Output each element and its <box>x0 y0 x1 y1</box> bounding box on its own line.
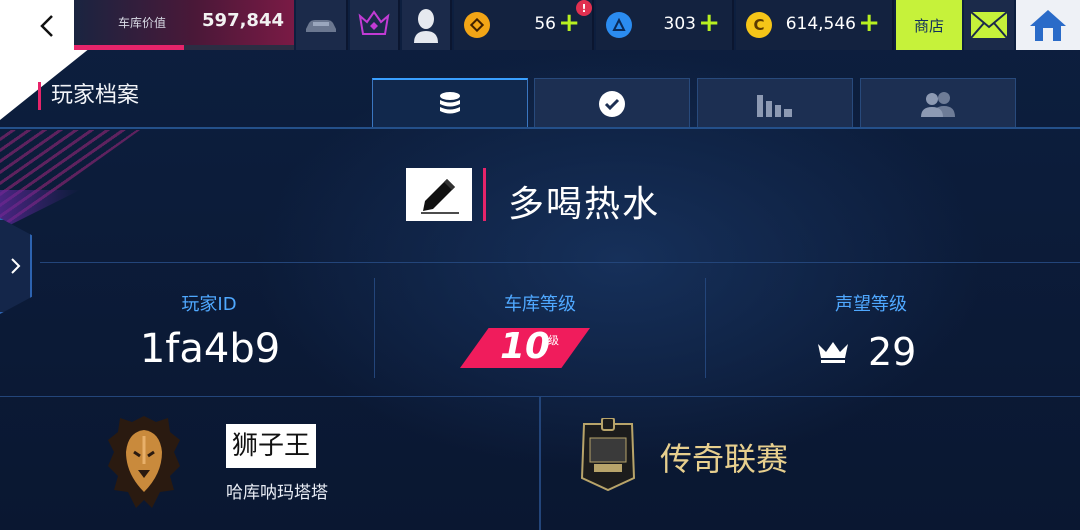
check-circle-icon <box>599 90 625 117</box>
garage-level-unit: 级 <box>548 334 559 347</box>
player-name: 多喝热水 <box>508 184 661 225</box>
pencil-icon <box>421 178 459 214</box>
club-name[interactable]: 狮子王 <box>226 424 317 468</box>
shop-button[interactable]: 商店 <box>896 0 962 50</box>
currency-alert-badge: ! <box>576 0 592 16</box>
divider <box>40 262 1080 263</box>
name-divider <box>483 168 486 221</box>
currency-gold-amount: 614,546 <box>785 14 856 34</box>
currency-blue[interactable]: 303 + <box>596 0 734 50</box>
currency-orange-amount: 56 <box>534 14 556 34</box>
garage-value-bar-fill <box>74 45 184 50</box>
tab-achievements[interactable] <box>534 78 690 128</box>
home-button[interactable] <box>1016 0 1080 50</box>
tab-overview[interactable] <box>372 78 528 128</box>
divider <box>539 397 541 530</box>
friends-icon <box>921 91 955 117</box>
shop-label: 商店 <box>913 16 944 35</box>
currency-gold-add-button[interactable]: + <box>858 8 880 38</box>
crown-icon <box>818 342 848 363</box>
top-bar: 车库价值 597,844 56 + ! 303 + C 614,546 + 商店 <box>0 0 1080 120</box>
garage-value-label: 车库价值 <box>118 16 167 30</box>
tabs-underline <box>0 127 1080 129</box>
player-id-value: 1fa4b9 <box>139 326 281 372</box>
garage-value-amount: 597,844 <box>202 10 284 31</box>
divider <box>374 278 375 378</box>
currency-blue-add-button[interactable]: + <box>698 8 720 38</box>
mail-button[interactable] <box>964 0 1014 50</box>
avatar-icon <box>414 9 438 43</box>
page-title: 玩家档案 <box>38 82 139 110</box>
orange-token-icon <box>464 12 490 38</box>
back-button[interactable] <box>30 8 66 44</box>
currency-orange[interactable]: 56 + <box>454 0 594 50</box>
divider <box>705 278 706 378</box>
blue-token-icon <box>606 12 632 38</box>
database-icon <box>440 92 460 114</box>
club-subtitle: 哈库呐玛塔塔 <box>226 483 328 503</box>
car-button[interactable] <box>296 0 348 50</box>
emblem-button[interactable] <box>350 0 400 50</box>
currency-blue-amount: 303 <box>663 14 696 34</box>
prestige-level: 29 <box>816 330 916 374</box>
home-icon <box>1030 10 1066 41</box>
crown-emblem-icon <box>358 10 390 35</box>
currency-gold[interactable]: C 614,546 + <box>736 0 894 50</box>
edit-name-button[interactable] <box>406 168 472 221</box>
legend-league-badge-icon[interactable] <box>578 418 638 492</box>
car-icon <box>306 20 336 32</box>
garage-value-panel[interactable]: 车库价值 597,844 <box>74 0 294 50</box>
garage-level-label: 车库等级 <box>504 294 576 315</box>
lion-emblem-icon[interactable] <box>104 412 184 512</box>
bar-chart-icon <box>757 94 792 117</box>
tab-statistics[interactable] <box>697 78 853 128</box>
prestige-label: 声望等级 <box>835 294 907 315</box>
gold-coin-icon: C <box>746 12 772 38</box>
mail-icon <box>970 11 1008 39</box>
prestige-value: 29 <box>868 330 917 374</box>
avatar-button[interactable] <box>402 0 452 50</box>
league-name[interactable]: 传奇联赛 <box>660 434 788 480</box>
chevron-left-icon <box>40 15 53 37</box>
player-id-label: 玩家ID <box>181 294 237 315</box>
chevron-right-icon <box>11 258 21 274</box>
tab-friends[interactable] <box>860 78 1016 128</box>
